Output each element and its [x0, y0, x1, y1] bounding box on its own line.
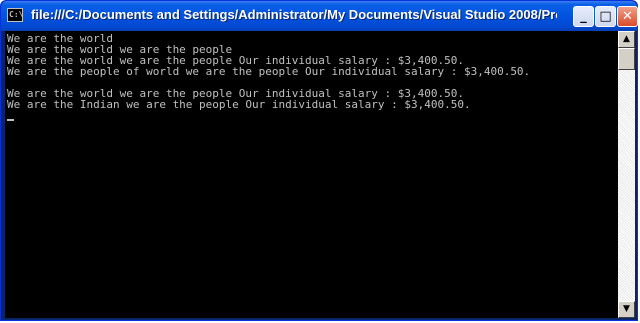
- console-output[interactable]: We are the world We are the world we are…: [5, 31, 618, 318]
- minimize-button[interactable]: _: [573, 6, 594, 27]
- close-button[interactable]: ✕: [617, 6, 638, 27]
- window-title: file:///C:/Documents and Settings/Admini…: [31, 7, 557, 22]
- console-icon[interactable]: C:\: [7, 8, 23, 22]
- console-line: We are the people of world we are the pe…: [7, 65, 531, 78]
- text-cursor: [7, 119, 14, 121]
- scroll-thumb[interactable]: [618, 48, 635, 70]
- scroll-track[interactable]: [618, 70, 635, 301]
- scroll-down-arrow-icon[interactable]: ▼: [618, 301, 635, 318]
- title-bar[interactable]: C:\ file:///C:/Documents and Settings/Ad…: [1, 1, 638, 31]
- maximize-button[interactable]: □: [595, 6, 616, 27]
- scroll-up-arrow-icon[interactable]: ▲: [618, 31, 635, 48]
- console-window: C:\ file:///C:/Documents and Settings/Ad…: [0, 0, 638, 321]
- client-area: We are the world We are the world we are…: [5, 31, 635, 318]
- console-line: We are the Indian we are the people Our …: [7, 98, 471, 111]
- vertical-scrollbar[interactable]: ▲ ▼: [618, 31, 635, 318]
